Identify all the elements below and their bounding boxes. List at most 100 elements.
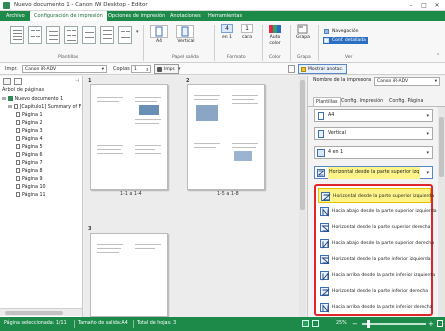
fit-page-icon[interactable] bbox=[437, 320, 443, 327]
settings-scrollbar[interactable] bbox=[438, 107, 445, 317]
single-page-view-icon[interactable] bbox=[302, 320, 309, 327]
multi-page-view-icon[interactable] bbox=[312, 320, 319, 327]
tab-config-pagina[interactable]: Config. Página bbox=[387, 97, 425, 106]
tree-page-6[interactable]: Página 6 bbox=[16, 152, 43, 160]
tree-page-10[interactable]: Página 10 bbox=[16, 184, 46, 192]
color-mode-value[interactable]: Auto bbox=[264, 35, 286, 40]
template-thumb-7[interactable] bbox=[118, 26, 132, 44]
template-thumb-2[interactable] bbox=[28, 26, 42, 44]
zoom-slider-thumb[interactable] bbox=[367, 320, 370, 328]
chevron-down-icon: ▾ bbox=[426, 150, 429, 156]
sheet-preview-2[interactable] bbox=[187, 84, 265, 190]
page-order-option-7[interactable]: Horizontal desde la parte inferior derec… bbox=[318, 284, 431, 299]
paper-size-select[interactable]: A4 ▾ bbox=[314, 109, 433, 122]
panel-toggle-icon[interactable] bbox=[288, 65, 295, 73]
page-order-select[interactable]: Horizontal desde la parte superior izq ▾ bbox=[314, 166, 433, 179]
left-panel-scrollbar[interactable] bbox=[0, 308, 82, 316]
page-order-option-3[interactable]: Horizontal desde la parte superior derec… bbox=[318, 220, 431, 235]
tree-page-8[interactable]: Página 8 bbox=[16, 168, 43, 176]
chevron-down-icon: ▾ bbox=[426, 131, 429, 137]
navigation-button[interactable]: Navegación bbox=[323, 28, 361, 35]
detailed-config-label: Conf. detallada bbox=[332, 38, 366, 43]
sheet-preview-3[interactable] bbox=[90, 233, 168, 317]
printer-name-select[interactable]: Canon iR-ADV ▾ bbox=[374, 77, 440, 86]
page-order-option-2[interactable]: Hacia abajo desde la parte superior izqu… bbox=[318, 204, 437, 219]
sheet-preview-1[interactable] bbox=[90, 84, 168, 190]
chevron-down-icon: ▾ bbox=[426, 113, 429, 119]
template-thumb-6[interactable] bbox=[100, 26, 114, 44]
tab-config-impresion[interactable]: Config. Impresión bbox=[339, 97, 385, 106]
copies-input[interactable]: 1 ⇕ bbox=[131, 65, 151, 73]
template-thumb-3[interactable] bbox=[46, 26, 60, 44]
tree-chapter-label: [Capítulo1] Summary of F bbox=[19, 105, 82, 110]
maximize-button[interactable]: □ bbox=[418, 1, 430, 10]
printer-name-value: Canon iR-ADV bbox=[377, 79, 409, 84]
document-icon bbox=[7, 96, 13, 101]
page-order-option-4[interactable]: Hacia abajo desde la parte superior dere… bbox=[318, 236, 434, 251]
tree-page-9[interactable]: Página 9 bbox=[16, 176, 43, 184]
tree-page-label: Página 2 bbox=[22, 121, 43, 126]
printer-select[interactable]: Canon iR-ADV ▾ bbox=[22, 65, 107, 73]
staple-icon[interactable] bbox=[296, 24, 310, 34]
sides-icon[interactable]: 1 bbox=[241, 24, 253, 33]
tree-page-label: Página 11 bbox=[22, 193, 46, 198]
print-button[interactable]: Impr. bbox=[154, 64, 180, 74]
tab-configuracion-impresion[interactable]: Configuración de impresión bbox=[30, 11, 107, 21]
close-button[interactable]: ✕ bbox=[431, 1, 443, 10]
preview-scrollbar[interactable] bbox=[299, 76, 306, 317]
sides-button[interactable]: cara bbox=[238, 35, 256, 40]
tab-anotaciones[interactable]: Anotaciones bbox=[166, 11, 205, 21]
template-thumb-4[interactable] bbox=[64, 26, 78, 44]
orientation-select[interactable]: Vertical ▾ bbox=[314, 127, 433, 140]
tree-page-11[interactable]: Página 11 bbox=[16, 192, 46, 200]
paper-size-icon[interactable] bbox=[150, 25, 168, 38]
staple-button[interactable]: Grapa bbox=[293, 35, 313, 40]
detailed-config-button[interactable]: Conf. detallada bbox=[323, 37, 368, 44]
bottom-reverse-z-order-icon bbox=[320, 287, 330, 296]
attachment-tab-icon[interactable] bbox=[14, 78, 22, 85]
tree-page-5[interactable]: Página 5 bbox=[16, 144, 43, 152]
scrollbar-thumb[interactable] bbox=[439, 117, 444, 177]
tree-page-1[interactable]: Página 1 bbox=[16, 112, 43, 120]
template-more-icon[interactable]: ▾ bbox=[136, 29, 141, 45]
printer-label: Impr. bbox=[5, 66, 18, 72]
page-order-option-5[interactable]: Horizontal desde la parte inferior izqui… bbox=[318, 252, 431, 267]
color-icon[interactable] bbox=[268, 24, 282, 34]
page-order-option-6[interactable]: Hacia arriba desde la parte inferior izq… bbox=[318, 268, 435, 283]
tree-root[interactable]: ⊟ Nuevo documento 1 bbox=[2, 96, 63, 104]
show-annotations-button[interactable]: Mostrar anotac. bbox=[298, 64, 348, 74]
tree-page-4[interactable]: Página 4 bbox=[16, 136, 43, 144]
nup-button[interactable]: en 1 bbox=[218, 35, 236, 40]
template-thumb-5[interactable] bbox=[82, 26, 96, 44]
tree-page-3[interactable]: Página 3 bbox=[16, 128, 43, 136]
scrollbar-thumb[interactable] bbox=[5, 311, 63, 315]
scrollbar-thumb[interactable] bbox=[300, 80, 305, 210]
orientation-icon[interactable] bbox=[176, 25, 194, 38]
pin-icon[interactable]: ⊣ bbox=[75, 78, 79, 84]
tab-plantillas[interactable]: Plantillas bbox=[313, 97, 341, 106]
zoom-in-icon[interactable]: + bbox=[428, 317, 434, 331]
nup-icon[interactable]: 4 bbox=[221, 24, 233, 33]
paper-size-button[interactable]: A4 bbox=[150, 39, 168, 44]
tab-herramientas[interactable]: Herramientas bbox=[204, 11, 246, 21]
reverse-z-order-icon bbox=[320, 223, 330, 232]
tree-chapter[interactable]: ⊟ [Capítulo1] Summary of F bbox=[8, 104, 81, 112]
zoom-out-icon[interactable]: − bbox=[352, 317, 358, 331]
page-order-option-1[interactable]: Horizontal desde la parte superior izqui… bbox=[318, 188, 435, 203]
sheet-number-3: 3 bbox=[88, 226, 92, 232]
tab-opciones-impresion[interactable]: Opciones de impresión bbox=[104, 11, 169, 21]
collapse-ribbon-icon[interactable]: ⌃ bbox=[436, 53, 440, 59]
minimize-button[interactable]: – bbox=[405, 1, 417, 10]
tab-archivo[interactable]: Archivo bbox=[2, 11, 29, 21]
page-tree-tab-icon[interactable] bbox=[3, 78, 11, 85]
page-order-option-label: Horizontal desde la parte superior izqui… bbox=[333, 194, 435, 199]
zoom-slider[interactable] bbox=[362, 323, 426, 325]
tree-page-2[interactable]: Página 2 bbox=[16, 120, 43, 128]
tree-page-7[interactable]: Página 7 bbox=[16, 160, 43, 168]
spinner-icon: ⇕ bbox=[145, 67, 149, 72]
page-order-option-8[interactable]: Hacia arriba desde la parte inferior der… bbox=[318, 300, 433, 315]
template-thumb-1[interactable] bbox=[10, 26, 24, 44]
nup-select[interactable]: 4 en 1 ▾ bbox=[314, 146, 433, 159]
orientation-button[interactable]: Vertical bbox=[172, 39, 200, 44]
print-dropdown-icon[interactable]: ▾ bbox=[178, 66, 181, 72]
